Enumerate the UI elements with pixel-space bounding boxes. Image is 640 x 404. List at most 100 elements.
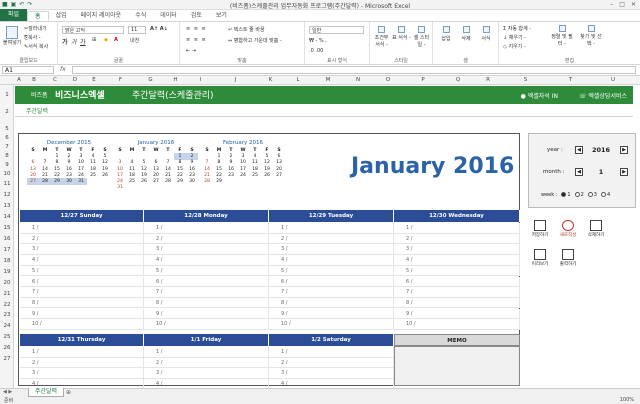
schedule-slot[interactable]: 5 / [20,265,144,277]
schedule-slot[interactable]: 2 / [144,357,269,369]
column-header[interactable]: S [503,77,548,83]
copy-button[interactable]: ⎘복사 - [24,34,41,41]
row-header[interactable]: 1 [0,92,14,98]
month-prev-button[interactable]: ◀ [575,168,583,176]
row-header[interactable]: 21 [0,291,14,297]
schedule-slot[interactable]: 3 / [144,368,269,379]
schedule-slot[interactable]: 3 / [20,244,144,255]
schedule-slot[interactable]: 8 / [394,297,520,309]
preview-tool-button[interactable]: 미리보기 [530,248,550,270]
formula-input[interactable] [72,66,636,74]
schedule-slot[interactable]: 4 / [394,255,520,266]
schedule-slot[interactable]: 3 / [269,368,394,379]
bold-button[interactable]: 가 [62,37,68,46]
schedule-slot[interactable]: 9 / [394,308,520,320]
row-header[interactable]: 24 [0,323,14,329]
row-header[interactable]: 23 [0,312,14,318]
row-header[interactable]: 22 [0,302,14,308]
column-header[interactable]: P [403,77,443,83]
column-header[interactable]: D [65,77,85,83]
row-header[interactable]: 16 [0,236,14,242]
schedule-slot[interactable]: 6 / [20,276,144,287]
year-prev-button[interactable]: ◀ [575,146,583,154]
schedule-slot[interactable]: 5 / [394,265,520,277]
font-name-select[interactable]: 맑은 고딕 [62,26,124,34]
week-radio-2[interactable]: 2 [574,192,584,198]
name-box[interactable]: A1 [2,66,54,74]
grow-font-icon[interactable]: A↑ A↓ [150,26,168,32]
column-header[interactable]: O [373,77,403,83]
schedule-slot[interactable]: 3 / [144,244,269,255]
schedule-slot[interactable]: 1 / [394,223,520,234]
print-tool-button[interactable]: 출력하기 [558,248,578,270]
schedule-slot[interactable]: 4 / [20,255,144,266]
schedule-slot[interactable]: 10 / [20,319,144,330]
schedule-slot[interactable]: 2 / [20,233,144,245]
schedule-slot[interactable]: 10 / [394,319,520,330]
row-header[interactable]: 18 [0,258,14,264]
font-size-select[interactable]: 11 [128,26,146,34]
schedule-slot[interactable]: 9 / [20,308,144,320]
schedule-slot[interactable]: 6 / [269,276,394,287]
schedule-slot[interactable]: 1 / [20,347,144,358]
schedule-slot[interactable]: 2 / [20,357,144,369]
indent-icon[interactable]: ⇤ ⇥ [186,48,196,54]
schedule-slot[interactable]: 1 / [269,223,394,234]
find-select-button[interactable]: 찾기 및 선택 - [578,25,604,47]
decimal-icon[interactable]: .0 .00 [309,48,323,54]
merge-center-button[interactable]: ⇔ 병합하고 가운데 맞춤 - [228,37,282,44]
schedule-slot[interactable]: 7 / [269,287,394,298]
column-header[interactable]: Q [443,77,473,83]
schedule-slot[interactable]: 9 / [144,308,269,320]
sort-filter-button[interactable]: 정렬 및 필터 - [549,25,575,47]
column-header[interactable]: M [313,77,343,83]
tab-view[interactable]: 보기 [209,11,234,21]
cut-button[interactable]: ✂잘라내기 [24,25,47,32]
tab-home[interactable]: 홈 [27,11,49,21]
row-header[interactable]: 15 [0,225,14,231]
paste-button[interactable]: 붙여넣기 [3,26,21,46]
align-left-icon[interactable]: ≡ ≡ ≡ [186,37,207,43]
column-header[interactable]: A [15,77,23,83]
row-header[interactable]: 8 [0,153,14,159]
save-tool-button[interactable]: 저장하기 [530,219,550,241]
row-header[interactable]: 17 [0,247,14,253]
schedule-slot[interactable]: 1 / [144,223,269,234]
tab-insert[interactable]: 삽입 [49,11,74,21]
tab-page-layout[interactable]: 페이지 레이아웃 [74,11,129,21]
row-header[interactable]: 13 [0,203,14,209]
schedule-slot[interactable]: 5 / [269,265,394,277]
wrap-text-button[interactable]: ↵ 텍스트 줄 바꿈 [228,26,265,33]
row-header[interactable]: 25 [0,334,14,340]
column-header[interactable]: E [85,77,103,83]
format-cells-button[interactable]: 서식 [477,26,495,42]
schedule-slot[interactable]: 2 / [269,233,394,245]
maximize-button[interactable]: □ [619,1,625,8]
row-header[interactable]: 2 [0,109,14,115]
schedule-slot[interactable]: 4 / [269,255,394,266]
currency-icon[interactable]: ₩ - % , [309,38,327,44]
column-header[interactable]: J [213,77,258,83]
schedule-slot[interactable]: 1 / [144,347,269,358]
schedule-slot[interactable]: 6 / [394,276,520,287]
column-header[interactable]: T [548,77,593,83]
schedule-slot[interactable]: 5 / [144,265,269,277]
week-radio-1[interactable]: 1 [561,192,571,198]
new-tool-button[interactable]: 새로작성 [558,219,578,241]
close-button[interactable]: ✕ [631,1,636,8]
schedule-slot[interactable]: 1 / [20,223,144,234]
row-header[interactable]: 20 [0,280,14,286]
sheet-nav-icon[interactable]: ◀ ▶ [3,389,12,395]
column-header[interactable]: N [343,77,373,83]
sheet-tab-weekly[interactable]: 주간달력 [28,388,65,397]
conditional-format-button[interactable]: 조건부 서식 - [372,26,391,48]
number-format-select[interactable]: 일반 [309,26,364,34]
new-sheet-icon[interactable]: ⊕ [66,389,71,396]
autosum-button[interactable]: Σ 자동 합계 - [503,25,531,32]
row-header[interactable]: 11 [0,181,14,187]
row-header[interactable]: 5 [0,126,14,132]
column-header[interactable]: C [45,77,65,83]
tab-data[interactable]: 데이터 [153,11,184,21]
schedule-slot[interactable]: 10 / [269,319,394,330]
schedule-slot[interactable]: 8 / [144,297,269,309]
